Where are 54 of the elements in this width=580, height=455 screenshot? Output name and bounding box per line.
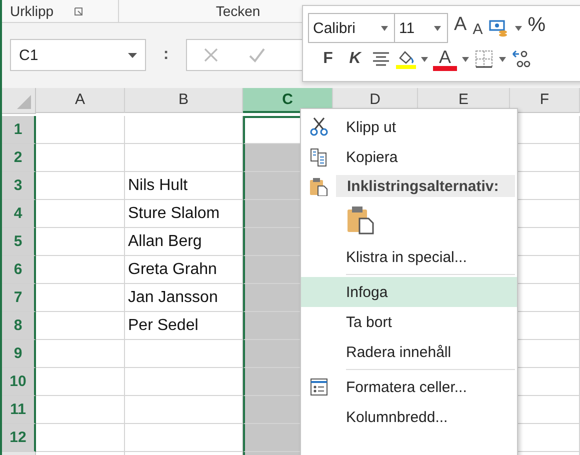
dropdown-caret-icon[interactable] — [499, 56, 506, 62]
grow-font-button[interactable]: A — [454, 14, 467, 42]
row-header[interactable]: 1 — [2, 116, 36, 144]
menu-item[interactable]: Klistra in special... — [301, 242, 517, 272]
row-header[interactable]: 7 — [2, 284, 36, 312]
bold-button[interactable]: F — [317, 46, 339, 72]
formula-bar-grip: : — [162, 46, 170, 64]
row-header[interactable]: 6 — [2, 256, 36, 284]
italic-button[interactable]: K — [344, 46, 366, 72]
column-header[interactable]: A — [36, 88, 125, 113]
dialog-launcher-icon[interactable] — [74, 6, 83, 16]
row-header[interactable]: 3 — [2, 172, 36, 200]
row-header[interactable]: 4 — [2, 200, 36, 228]
column-header[interactable]: B — [125, 88, 243, 113]
row-header[interactable]: 11 — [2, 396, 36, 424]
fill-color-icon[interactable] — [396, 49, 416, 69]
column-header[interactable]: F — [510, 88, 580, 113]
dropdown-caret-icon — [434, 26, 441, 30]
number-format-icon[interactable] — [488, 18, 509, 38]
dropdown-caret-icon[interactable] — [462, 56, 469, 62]
menu-item[interactable]: Kopiera — [301, 142, 517, 172]
copy-icon — [308, 147, 328, 167]
dropdown-caret-icon — [381, 26, 388, 30]
menu-section-header: Inklistringsalternativ: — [336, 175, 515, 197]
dropdown-caret-icon[interactable] — [421, 56, 428, 62]
row-header[interactable]: 2 — [2, 144, 36, 172]
dropdown-caret-icon — [128, 52, 137, 58]
font-name-field[interactable]: Calibri — [308, 13, 395, 43]
column-header[interactable]: C — [243, 88, 333, 113]
group-label: Urklipp — [10, 3, 54, 19]
scissors-icon — [308, 117, 328, 137]
menu-item[interactable]: Infoga — [301, 277, 517, 307]
percent-style-button[interactable]: % — [528, 14, 546, 42]
font-size-field[interactable]: 11 — [394, 13, 448, 43]
row-header[interactable]: 9 — [2, 340, 36, 368]
format-cells-icon — [308, 377, 328, 397]
row-header[interactable]: 5 — [2, 228, 36, 256]
shrink-font-button[interactable]: A — [472, 14, 483, 42]
row-header[interactable]: 10 — [2, 368, 36, 396]
corner-triangle-icon — [17, 95, 31, 109]
decimal-arrow-icon[interactable] — [511, 49, 531, 69]
menu-item[interactable]: Radera innehåll — [301, 337, 517, 367]
menu-item[interactable]: Kolumnbredd... — [301, 402, 517, 432]
font-color-button[interactable]: A — [433, 48, 457, 70]
row-header[interactable]: 12 — [2, 424, 36, 452]
menu-item[interactable]: Formatera celler... — [301, 372, 517, 402]
clipboard-icon — [308, 176, 328, 196]
menu-item[interactable]: Klipp ut — [301, 112, 517, 142]
menu-item[interactable]: Ta bort — [301, 307, 517, 337]
borders-icon[interactable] — [474, 49, 494, 69]
name-box[interactable]: C1 — [10, 39, 146, 71]
row-header[interactable]: 8 — [2, 312, 36, 340]
dropdown-caret-icon[interactable] — [514, 26, 522, 30]
group-label: Tecken — [216, 3, 260, 19]
